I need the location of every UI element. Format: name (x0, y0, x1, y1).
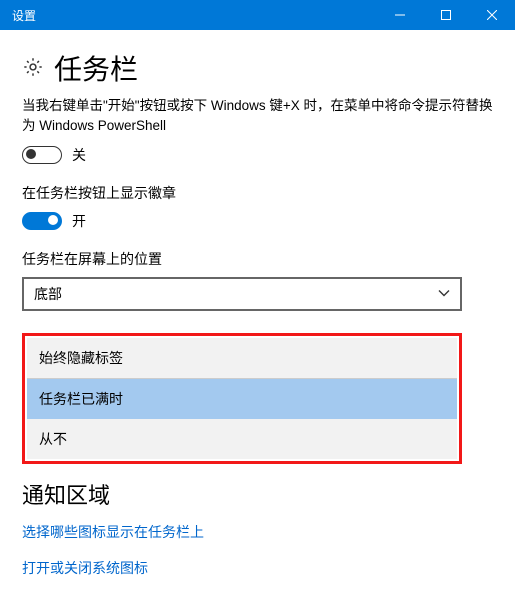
page-header: 任务栏 (22, 48, 493, 88)
position-setting-label: 任务栏在屏幕上的位置 (22, 249, 493, 269)
content-area: 任务栏 当我右键单击"开始"按钮或按下 Windows 键+X 时，在菜单中将命… (0, 30, 515, 604)
combine-option-when-full[interactable]: 任务栏已满时 (27, 379, 457, 419)
chevron-down-icon (438, 286, 450, 302)
combine-dropdown-label: 始终隐藏标签 (27, 338, 457, 379)
window-titlebar: 设置 (0, 0, 515, 30)
badges-toggle-row: 开 (22, 211, 493, 231)
combine-dropdown: 始终隐藏标签 任务栏已满时 从不 (22, 333, 462, 464)
maximize-button[interactable] (423, 0, 469, 30)
notification-section-heading: 通知区域 (22, 478, 493, 510)
position-select-value: 底部 (34, 284, 62, 304)
badges-toggle-label: 开 (72, 211, 86, 231)
link-system-icons[interactable]: 打开或关闭系统图标 (22, 558, 493, 578)
window-title: 设置 (12, 7, 377, 24)
badges-setting-label: 在任务栏按钮上显示徽章 (22, 183, 493, 203)
close-button[interactable] (469, 0, 515, 30)
link-select-icons[interactable]: 选择哪些图标显示在任务栏上 (22, 522, 493, 542)
combine-option-never[interactable]: 从不 (27, 419, 457, 459)
minimize-button[interactable] (377, 0, 423, 30)
gear-icon (22, 56, 44, 81)
powershell-toggle[interactable] (22, 146, 62, 164)
position-select[interactable]: 底部 (22, 277, 462, 311)
badges-toggle[interactable] (22, 212, 62, 230)
powershell-toggle-label: 关 (72, 145, 86, 165)
powershell-toggle-row: 关 (22, 145, 493, 165)
page-title: 任务栏 (54, 48, 138, 88)
setting-description: 当我右键单击"开始"按钮或按下 Windows 键+X 时，在菜单中将命令提示符… (22, 96, 493, 137)
